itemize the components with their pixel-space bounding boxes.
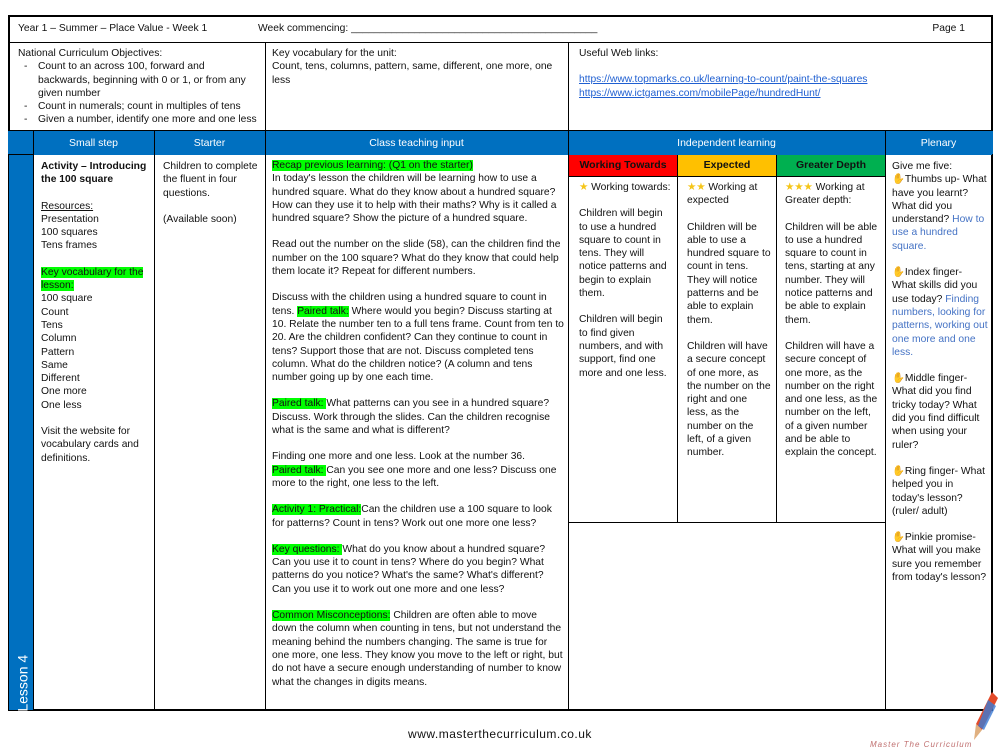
level-header: Expected (678, 155, 776, 177)
objectives-heading: National Curriculum Objectives: (18, 48, 163, 59)
level-greater-depth: Greater Depth ★★★ Working at Greater dep… (777, 155, 885, 473)
level-text: Children will be able to use a hundred s… (687, 221, 771, 326)
header-independent: Independent learning (568, 131, 885, 155)
resources-heading: Resources: (41, 200, 94, 212)
vocab-item: Column (41, 333, 77, 345)
vocab-text: Count, tens, columns, pattern, same, dif… (272, 61, 553, 86)
vocab-heading: Key vocabulary for the unit: (272, 48, 397, 59)
level-expected: Expected ★★ Working at expected Children… (678, 155, 776, 473)
misconceptions-label: Common Misconceptions: (272, 610, 391, 622)
key-questions-label: Key questions: (272, 543, 343, 555)
level-text: Children will begin to use a hundred squ… (579, 208, 667, 300)
week-commencing: Week commencing: _______________________… (258, 23, 598, 34)
starter-cell: Children to complete the fluent in four … (163, 160, 261, 226)
header-class-input: Class teaching input (265, 131, 568, 155)
vocab-item: Pattern (41, 346, 75, 358)
divider (568, 522, 885, 523)
paired-talk-label: Paired talk: (272, 464, 327, 476)
class-input-cell: Recap previous learning: (Q1 on the star… (272, 159, 564, 702)
divider (154, 130, 155, 710)
web-link-ictgames[interactable]: https://www.ictgames.com/mobilePage/hund… (579, 88, 821, 99)
level-text: Children will have a secure concept of o… (687, 340, 771, 459)
resource-item: Tens frames (41, 240, 98, 252)
lesson-label: Lesson 4 (14, 654, 31, 712)
paragraph-text: Finding one more and one less. Look at t… (272, 451, 526, 463)
activity-title: Activity – Introducing the 100 square (41, 161, 147, 186)
paragraph-text: Children are often able to move down the… (272, 610, 563, 688)
lesson-vocab-heading: Key vocabulary for the lesson: (41, 266, 144, 292)
header-plenary: Plenary (885, 131, 992, 155)
vocab-item: Tens (41, 319, 63, 331)
plenary-question: Pinkie promise- What will you make sure … (892, 532, 987, 584)
star-icon: ★ (579, 182, 589, 193)
web-link-topmarks[interactable]: https://www.topmarks.co.uk/learning-to-c… (579, 74, 867, 85)
recap-label: Recap previous learning: (Q1 on the star… (272, 160, 473, 171)
objective-item: Count to an across 100, forward and back… (18, 60, 258, 100)
paragraph-text: Where would you begin? Discuss starting … (272, 305, 564, 384)
unit-vocabulary: Key vocabulary for the unit: Count, tens… (272, 47, 557, 87)
objective-item: Count in numerals; count in multiples of… (18, 100, 258, 113)
footer-url: www.masterthecurriculum.co.uk (408, 727, 592, 741)
objective-item: Given a number, identify one more and on… (18, 113, 258, 126)
hand-icon: ✋ (892, 267, 905, 279)
vocab-item: 100 square (41, 293, 93, 305)
divider (568, 42, 569, 130)
level-text: Children will have a secure concept of o… (785, 340, 878, 459)
objectives: National Curriculum Objectives: Count to… (18, 47, 258, 127)
lesson-band (9, 155, 33, 710)
level-intro: Working towards: (591, 182, 671, 193)
header-starter: Starter (154, 131, 265, 155)
header-small-step: Small step (33, 131, 154, 155)
divider (885, 130, 886, 710)
plenary-cell: Give me five: ✋Thumbs up- What have you … (892, 160, 988, 597)
hand-icon: ✋ (892, 174, 905, 186)
hand-icon: ✋ (892, 532, 905, 544)
resource-item: Presentation (41, 213, 99, 225)
level-header: Greater Depth (777, 155, 885, 177)
starter-text: Children to complete the fluent in four … (163, 161, 258, 199)
vocab-item: Count (41, 306, 69, 318)
level-header: Working Towards (569, 155, 677, 177)
plan-title: Year 1 – Summer – Place Value - Week 1 (18, 23, 208, 34)
level-working-towards: Working Towards ★ Working towards: Child… (569, 155, 677, 393)
hand-icon: ✋ (892, 373, 905, 385)
divider (8, 42, 993, 43)
divider (265, 42, 266, 130)
paired-talk-label: Paired talk: (297, 305, 349, 317)
vocab-item: Different (41, 373, 80, 385)
level-text: Children will begin to find given number… (579, 314, 667, 379)
star-icon: ★★ (687, 182, 706, 193)
starter-note: (Available soon) (163, 213, 237, 225)
paired-talk-label: Paired talk: (272, 398, 327, 410)
website-note: Visit the website for vocabulary cards a… (41, 426, 139, 464)
small-step-cell: Activity – Introducing the 100 square Re… (41, 160, 149, 465)
plenary-question: Ring finger- What helped you in today's … (892, 465, 985, 517)
plenary-question: Middle finger- What did you find tricky … (892, 373, 980, 451)
vocab-item: One more (41, 386, 87, 398)
star-icon: ★★★ (785, 182, 813, 193)
resource-item: 100 squares (41, 227, 98, 239)
vocab-item: Same (41, 359, 68, 371)
footer-logo-text: Master The Curriculum (870, 740, 973, 749)
web-links: Useful Web links: https://www.topmarks.c… (579, 47, 979, 100)
web-links-heading: Useful Web links: (579, 48, 659, 59)
divider (33, 130, 34, 710)
hand-icon: ✋ (892, 465, 905, 477)
divider (265, 130, 266, 710)
level-text: Children will be able to use a hundred s… (785, 221, 878, 326)
intro-paragraph: In today's lesson the children will be l… (272, 173, 557, 225)
activity-label: Activity 1: Practical: (272, 504, 362, 516)
vocab-item: One less (41, 399, 82, 411)
paragraph: Read out the number on the slide (58), c… (272, 239, 561, 278)
page-number: Page 1 (932, 23, 965, 34)
plenary-intro: Give me five: (892, 161, 953, 172)
pencil-logo-icon (974, 692, 998, 740)
